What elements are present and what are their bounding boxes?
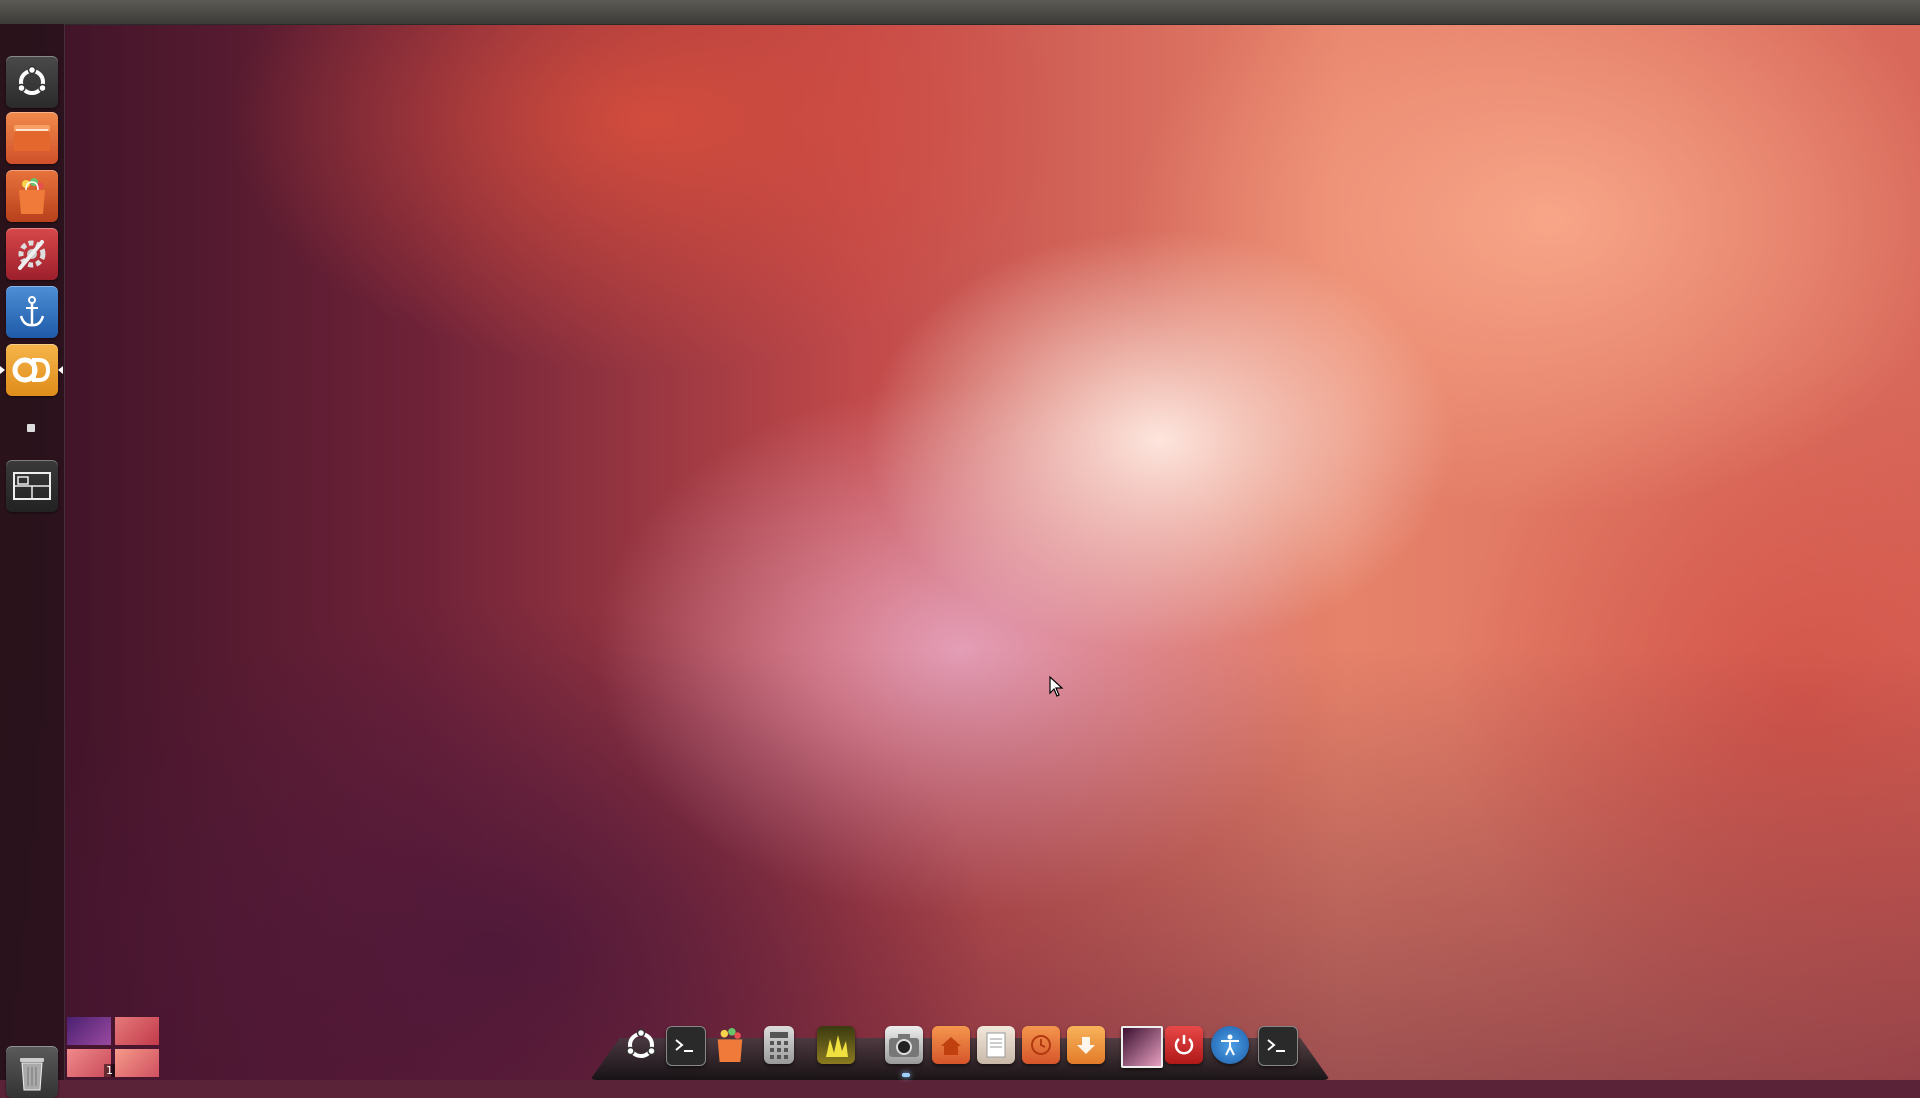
trash-launcher-item[interactable]: [6, 1046, 58, 1098]
dock-accessibility-item[interactable]: [1211, 1026, 1249, 1064]
dock-ubuntu-item[interactable]: [622, 1026, 660, 1064]
active-indicator-left: [0, 366, 5, 374]
dock-calculator-item[interactable]: [764, 1026, 794, 1064]
camera-icon: [889, 1034, 919, 1057]
shopping-bag-icon: [717, 1028, 743, 1062]
dock-shutdown-item[interactable]: [1165, 1026, 1203, 1064]
downloads-folder-icon: [1077, 1037, 1095, 1054]
anchor-icon: [19, 296, 45, 327]
dock-image-viewer-item[interactable]: [817, 1026, 855, 1064]
dock-home-folder-item[interactable]: [932, 1026, 970, 1064]
power-icon: [1174, 1035, 1194, 1055]
bottom-dock: [590, 1020, 1330, 1080]
shopping-bag-icon: [19, 178, 45, 214]
workspace-number-badge: 1: [104, 1064, 115, 1077]
dock-terminal-2-item[interactable]: [1258, 1026, 1298, 1066]
workspace-switcher-launcher-item[interactable]: [6, 460, 58, 512]
workspace-switcher[interactable]: 1: [67, 1017, 159, 1077]
desktop-wallpaper: [0, 0, 1920, 1080]
top-panel: [0, 0, 1920, 25]
workspace-icon: [13, 472, 51, 500]
dock-terminal-item[interactable]: [666, 1026, 706, 1066]
dock-recent-item[interactable]: [1022, 1026, 1060, 1064]
dock-camera-item[interactable]: [885, 1026, 923, 1064]
terminal-icon: [675, 1039, 693, 1052]
dock-downloads-item[interactable]: [1067, 1026, 1105, 1064]
anchor-launcher-item[interactable]: [6, 286, 58, 338]
small-indicator-icon: [27, 424, 35, 432]
clock-folder-icon: [1031, 1035, 1051, 1055]
cd-icon: [12, 357, 51, 383]
trash-icon: [20, 1058, 44, 1091]
calculator-icon: [770, 1032, 788, 1059]
dash-home-button[interactable]: [6, 56, 58, 108]
software-center-launcher-item[interactable]: [6, 170, 58, 222]
folder-icon: [14, 125, 50, 151]
dock-documents-item[interactable]: [977, 1026, 1015, 1064]
files-launcher-item[interactable]: [6, 112, 58, 164]
dock-software-center-item[interactable]: [711, 1026, 749, 1064]
running-indicator: [902, 1073, 910, 1077]
ubuntu-logo-icon: [626, 1028, 656, 1058]
photo-icon: [826, 1035, 848, 1057]
workspace-1-thumb[interactable]: [67, 1017, 111, 1045]
documents-icon: [986, 1032, 1006, 1058]
tools-icon: [18, 240, 46, 270]
cd-launcher-item[interactable]: [6, 344, 58, 396]
workspace-2-thumb[interactable]: [115, 1017, 159, 1045]
ubuntu-logo-icon: [17, 65, 47, 95]
mouse-cursor-icon: [1049, 676, 1064, 697]
workspace-4-thumb[interactable]: [115, 1049, 159, 1077]
dock-desktop-screenshot-item[interactable]: [1121, 1026, 1163, 1068]
launcher: [0, 24, 65, 1098]
active-indicator-right: [58, 366, 63, 374]
home-folder-icon: [941, 1037, 961, 1055]
system-settings-launcher-item[interactable]: [6, 228, 58, 280]
accessibility-icon: [1221, 1034, 1239, 1056]
terminal-icon: [1267, 1039, 1285, 1052]
